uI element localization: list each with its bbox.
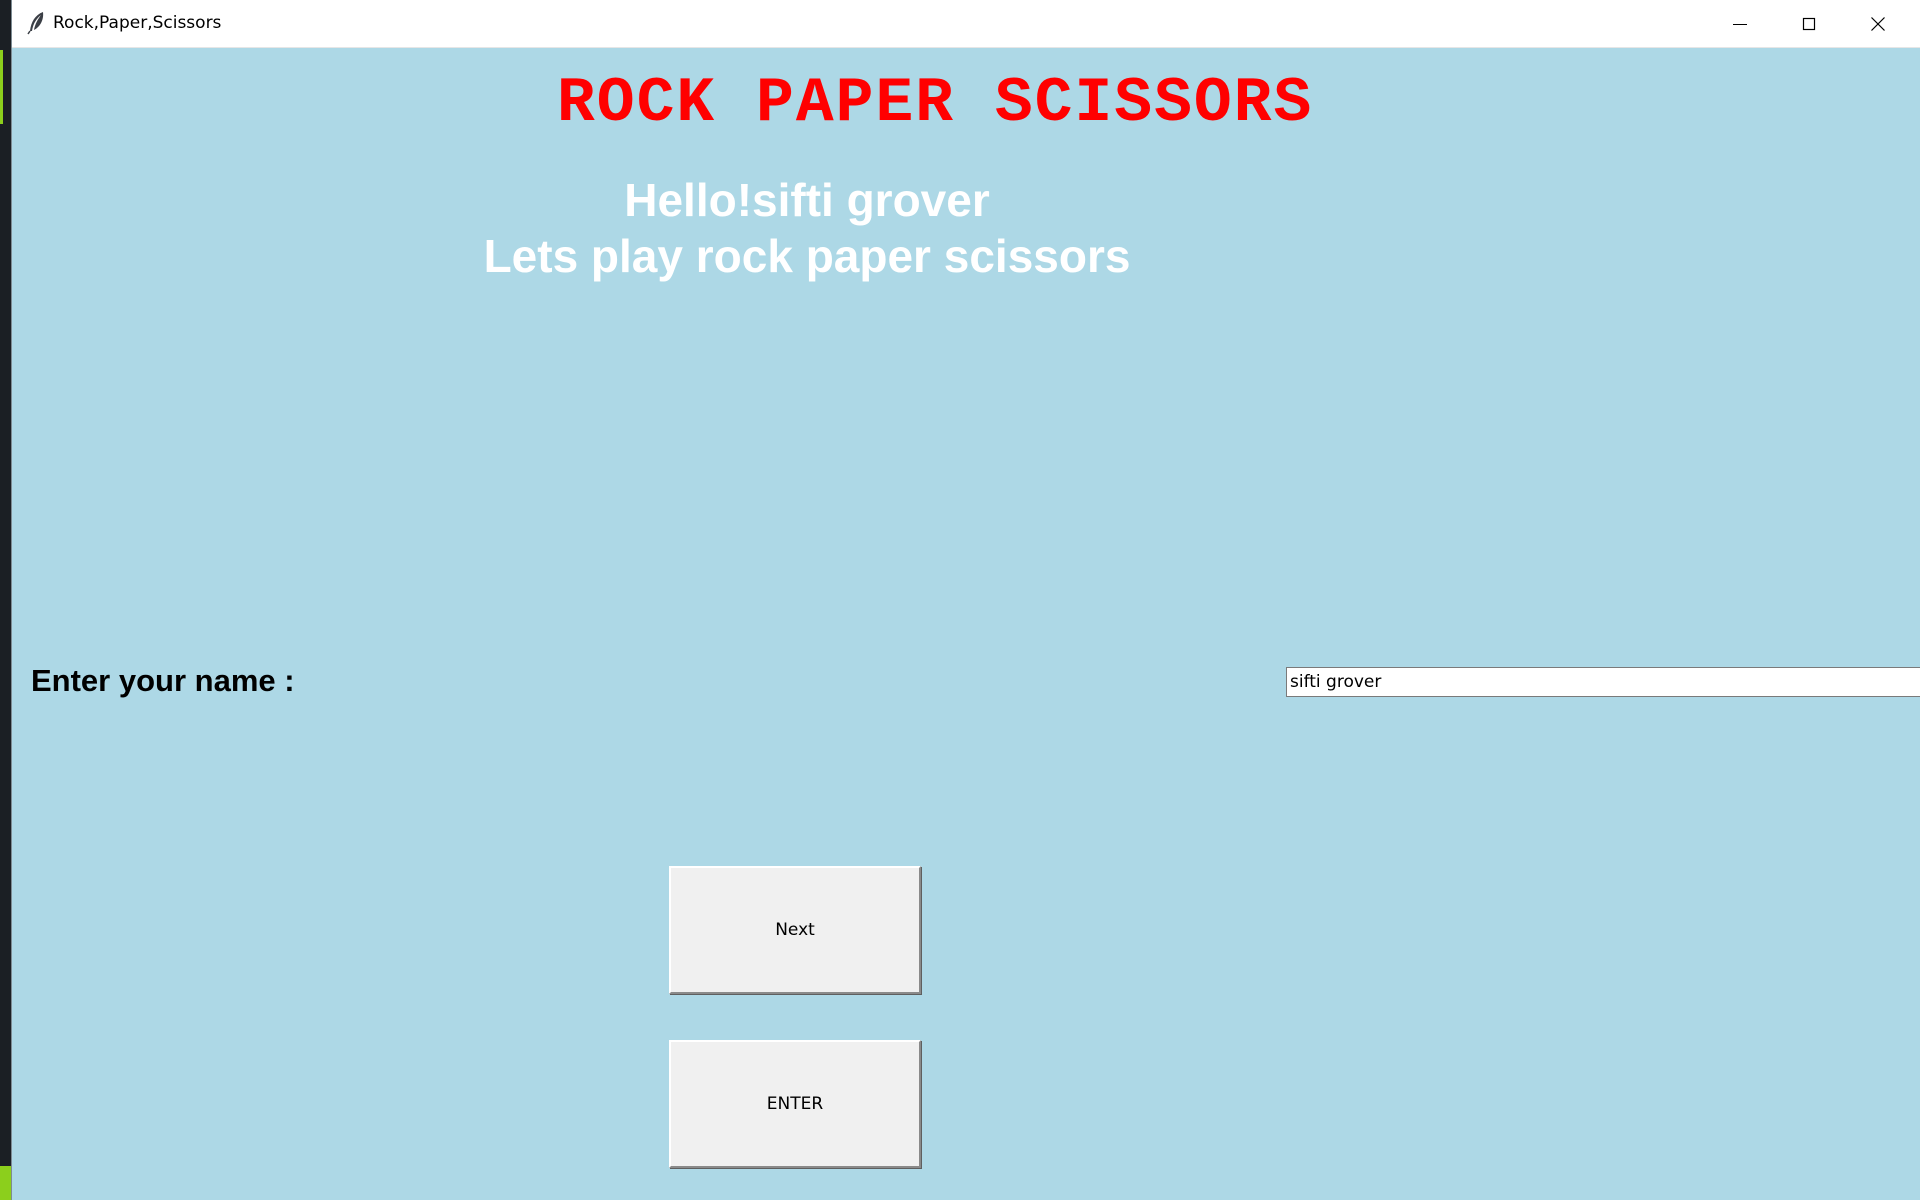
name-input[interactable] — [1286, 667, 1920, 697]
desktop-accent — [0, 1166, 12, 1200]
desktop-background — [0, 0, 12, 1200]
game-heading: ROCK PAPER SCISSORS — [557, 68, 1314, 139]
greeting-text: Hello!sifti grover Lets play rock paper … — [432, 172, 1182, 284]
next-button[interactable]: Next — [669, 866, 921, 994]
greeting-line-1: Hello!sifti grover — [624, 174, 990, 226]
minimize-icon — [1732, 23, 1747, 25]
desktop-accent — [0, 50, 3, 124]
enter-button[interactable]: ENTER — [669, 1040, 921, 1168]
app-window: Rock,Paper,Scissors ROCK PAPER SCISSORS … — [12, 0, 1920, 1200]
close-button[interactable] — [1843, 0, 1912, 47]
window-title: Rock,Paper,Scissors — [53, 13, 222, 33]
name-label: Enter your name : — [31, 663, 295, 698]
greeting-line-2: Lets play rock paper scissors — [483, 230, 1131, 282]
close-icon — [1870, 16, 1885, 31]
minimize-button[interactable] — [1705, 0, 1774, 47]
maximize-button[interactable] — [1774, 0, 1843, 47]
title-bar[interactable]: Rock,Paper,Scissors — [12, 0, 1920, 48]
feather-icon — [27, 12, 44, 35]
maximize-icon — [1802, 17, 1815, 30]
